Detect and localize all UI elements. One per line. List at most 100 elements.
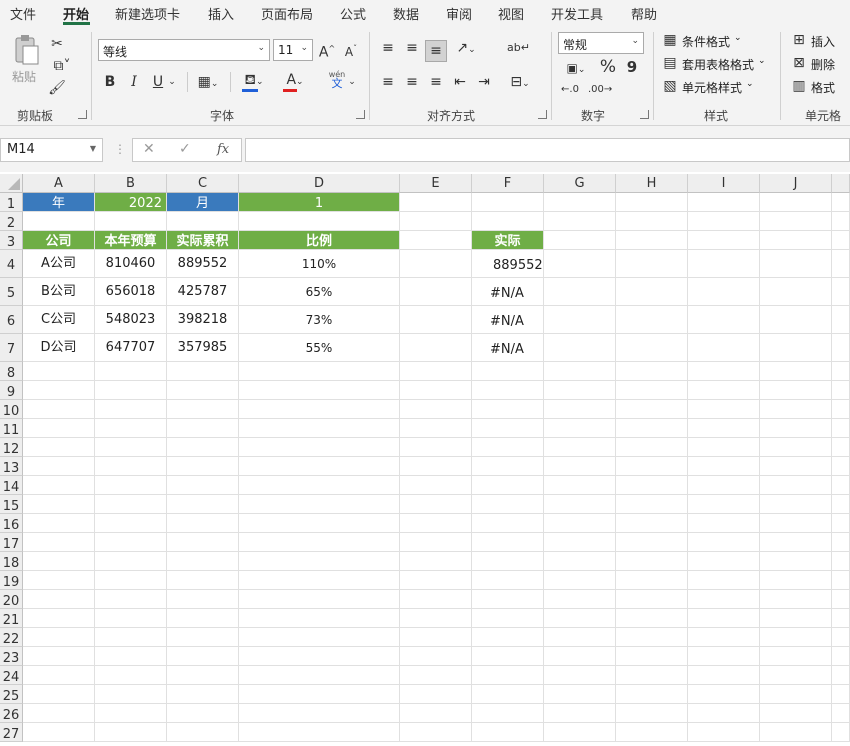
cell-F7[interactable]: #N/A xyxy=(472,334,544,362)
cell-I6[interactable] xyxy=(688,306,760,334)
cell-D1[interactable]: 1 xyxy=(239,193,400,212)
cell-A24[interactable] xyxy=(23,666,95,685)
column-header-A[interactable]: A xyxy=(23,174,95,193)
cell-B23[interactable] xyxy=(95,647,167,666)
format-cells-button[interactable]: ▥ 格式 xyxy=(791,78,850,96)
cell-A11[interactable] xyxy=(23,419,95,438)
cell-G13[interactable] xyxy=(544,457,616,476)
cell-H22[interactable] xyxy=(616,628,688,647)
row-header-15[interactable]: 15 xyxy=(0,495,23,514)
cell-B21[interactable] xyxy=(95,609,167,628)
cell-D21[interactable] xyxy=(239,609,400,628)
column-header-C[interactable]: C xyxy=(167,174,239,193)
cell-I23[interactable] xyxy=(688,647,760,666)
cell-G20[interactable] xyxy=(544,590,616,609)
cell-H18[interactable] xyxy=(616,552,688,571)
cell-H15[interactable] xyxy=(616,495,688,514)
cell-D13[interactable] xyxy=(239,457,400,476)
cell-E11[interactable] xyxy=(400,419,472,438)
underline-button[interactable]: U xyxy=(150,72,166,92)
cell-E15[interactable] xyxy=(400,495,472,514)
cell-E12[interactable] xyxy=(400,438,472,457)
cell-H9[interactable] xyxy=(616,381,688,400)
font-name-select[interactable]: 等线 ⌄ xyxy=(98,39,270,61)
cell-J2[interactable] xyxy=(760,212,832,231)
font-color-icon[interactable]: A⌄ xyxy=(280,70,310,92)
chevron-down-icon[interactable]: ▼ xyxy=(90,144,96,153)
cell-E16[interactable] xyxy=(400,514,472,533)
cell-F22[interactable] xyxy=(472,628,544,647)
cell-A6[interactable]: C公司 xyxy=(23,306,95,334)
formula-input[interactable] xyxy=(245,138,850,162)
cell-J5[interactable] xyxy=(760,278,832,306)
align-left-icon[interactable]: ≡ xyxy=(379,72,397,92)
cell-B10[interactable] xyxy=(95,400,167,419)
menu-help[interactable]: 帮助 xyxy=(631,4,657,23)
cell-J26[interactable] xyxy=(760,704,832,723)
cell-I17[interactable] xyxy=(688,533,760,552)
wrap-text-icon[interactable]: ab↵ xyxy=(507,38,530,58)
row-header-24[interactable]: 24 xyxy=(0,666,23,685)
cell-I27[interactable] xyxy=(688,723,760,742)
cell-B15[interactable] xyxy=(95,495,167,514)
cell-H6[interactable] xyxy=(616,306,688,334)
clipboard-launcher-icon[interactable] xyxy=(78,110,87,119)
cell-E3[interactable] xyxy=(400,231,472,250)
cell-E24[interactable] xyxy=(400,666,472,685)
cell-B3[interactable]: 本年预算 xyxy=(95,231,167,250)
cell-J21[interactable] xyxy=(760,609,832,628)
cell-E5[interactable] xyxy=(400,278,472,306)
bold-button[interactable]: B xyxy=(102,72,118,92)
cell-A12[interactable] xyxy=(23,438,95,457)
cell-A5[interactable]: B公司 xyxy=(23,278,95,306)
cell-A18[interactable] xyxy=(23,552,95,571)
menu-page-layout[interactable]: 页面布局 xyxy=(261,4,313,23)
decrease-decimal-icon[interactable]: .00→ xyxy=(588,80,612,100)
cell-I9[interactable] xyxy=(688,381,760,400)
cell-E13[interactable] xyxy=(400,457,472,476)
cell-H12[interactable] xyxy=(616,438,688,457)
cell-J18[interactable] xyxy=(760,552,832,571)
cell-I25[interactable] xyxy=(688,685,760,704)
cell-H10[interactable] xyxy=(616,400,688,419)
cell-G11[interactable] xyxy=(544,419,616,438)
cell-D2[interactable] xyxy=(239,212,400,231)
accounting-format-icon[interactable]: ▣⌄ xyxy=(560,58,592,80)
cell-A26[interactable] xyxy=(23,704,95,723)
cell-I14[interactable] xyxy=(688,476,760,495)
cell-D18[interactable] xyxy=(239,552,400,571)
cell-I11[interactable] xyxy=(688,419,760,438)
cell-H23[interactable] xyxy=(616,647,688,666)
column-header-F[interactable]: F xyxy=(472,174,544,193)
cell-G6[interactable] xyxy=(544,306,616,334)
cell-A17[interactable] xyxy=(23,533,95,552)
underline-dropdown-icon[interactable]: ⌄ xyxy=(166,72,178,92)
cell-A23[interactable] xyxy=(23,647,95,666)
cell-C14[interactable] xyxy=(167,476,239,495)
cell-J25[interactable] xyxy=(760,685,832,704)
align-bottom-icon[interactable]: ≡ xyxy=(425,40,447,62)
cell-J13[interactable] xyxy=(760,457,832,476)
cell-F6[interactable]: #N/A xyxy=(472,306,544,334)
cell-I1[interactable] xyxy=(688,193,760,212)
row-header-2[interactable]: 2 xyxy=(0,212,23,231)
cell-D20[interactable] xyxy=(239,590,400,609)
cell-F2[interactable] xyxy=(472,212,544,231)
cell-I5[interactable] xyxy=(688,278,760,306)
cell-C17[interactable] xyxy=(167,533,239,552)
row-header-27[interactable]: 27 xyxy=(0,723,23,742)
increase-decimal-icon[interactable]: ←.0 xyxy=(560,80,580,100)
cell-E10[interactable] xyxy=(400,400,472,419)
cell-J19[interactable] xyxy=(760,571,832,590)
cell-D26[interactable] xyxy=(239,704,400,723)
menu-home[interactable]: 开始 xyxy=(63,4,89,23)
cell-F23[interactable] xyxy=(472,647,544,666)
cell-D12[interactable] xyxy=(239,438,400,457)
cell-C2[interactable] xyxy=(167,212,239,231)
cell-A25[interactable] xyxy=(23,685,95,704)
paste-icon[interactable] xyxy=(12,34,40,68)
cell-F24[interactable] xyxy=(472,666,544,685)
cell-G23[interactable] xyxy=(544,647,616,666)
menu-view[interactable]: 视图 xyxy=(498,4,524,23)
align-center-icon[interactable]: ≡ xyxy=(403,72,421,92)
